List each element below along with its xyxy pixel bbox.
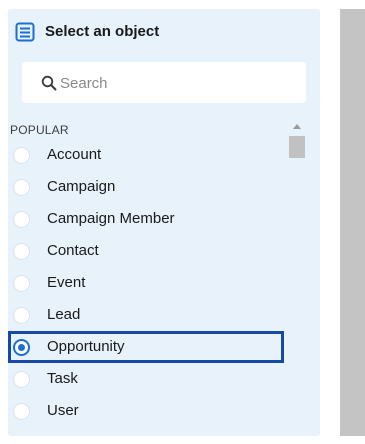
search-box[interactable] <box>22 62 306 103</box>
object-option-user[interactable]: User <box>8 395 288 427</box>
search-icon <box>41 75 57 91</box>
object-option-label: Contact <box>47 242 99 259</box>
object-option-label: Campaign <box>47 178 116 195</box>
object-option-label: Campaign Member <box>47 210 175 227</box>
radio-button[interactable] <box>13 147 30 164</box>
radio-button[interactable] <box>13 307 30 324</box>
object-option-label: User <box>47 402 79 419</box>
search-input[interactable] <box>60 71 290 95</box>
radio-button[interactable] <box>13 371 30 388</box>
object-option-event[interactable]: Event <box>8 267 288 299</box>
panel-title: Select an object <box>45 23 160 40</box>
object-option-campaign-member[interactable]: Campaign Member <box>8 203 288 235</box>
radio-button[interactable] <box>13 211 30 228</box>
object-option-opportunity[interactable]: Opportunity <box>8 331 284 363</box>
object-option-label: Opportunity <box>47 338 125 355</box>
radio-button[interactable] <box>13 403 30 420</box>
list-scrollbar[interactable] <box>289 124 305 436</box>
object-option-task[interactable]: Task <box>8 363 288 395</box>
scrollbar-thumb[interactable] <box>289 136 305 158</box>
object-option-label: Lead <box>47 306 81 323</box>
radio-button[interactable] <box>13 275 30 292</box>
object-option-label: Account <box>47 146 102 163</box>
object-option-label: Task <box>47 370 78 387</box>
object-option-account[interactable]: Account <box>8 139 288 171</box>
object-picker-page: Select an object POPULAR Account Campaig… <box>0 0 365 444</box>
list-icon <box>15 22 35 42</box>
scroll-up-arrow-icon[interactable] <box>293 124 301 129</box>
radio-button[interactable] <box>13 179 30 196</box>
adjacent-panel <box>340 9 365 436</box>
section-label-popular: POPULAR <box>10 123 69 137</box>
radio-button[interactable] <box>13 243 30 260</box>
object-option-contact[interactable]: Contact <box>8 235 288 267</box>
object-option-lead[interactable]: Lead <box>8 299 288 331</box>
panel-header: Select an object <box>8 9 320 55</box>
object-option-label: Event <box>47 274 86 291</box>
object-option-campaign[interactable]: Campaign <box>8 171 288 203</box>
radio-button-selected[interactable] <box>13 339 30 356</box>
select-object-panel: Select an object POPULAR Account Campaig… <box>8 9 320 436</box>
object-list: Account Campaign Campaign Member Contact… <box>8 139 288 427</box>
